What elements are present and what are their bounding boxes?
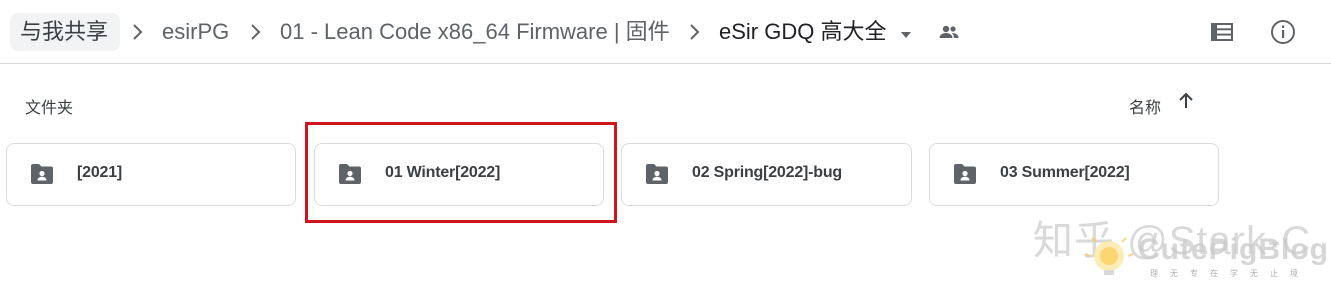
highlight-box xyxy=(305,122,617,223)
breadcrumb-esirpg[interactable]: esirPG xyxy=(162,13,229,51)
drive-page: 与我共享 esirPG 01 - Lean Code x86_64 Firmwa… xyxy=(0,0,1331,286)
shared-folder-icon xyxy=(644,163,670,187)
breadcrumb-shared-with-me[interactable]: 与我共享 xyxy=(10,13,120,51)
folder-name: [2021] xyxy=(77,164,123,181)
shared-folder-icon xyxy=(29,163,55,187)
chevron-right-icon xyxy=(132,21,144,43)
people-icon[interactable] xyxy=(933,16,965,48)
chevron-right-icon xyxy=(250,21,262,43)
caret-down-icon[interactable] xyxy=(898,27,914,38)
folder-card[interactable]: [2021] xyxy=(6,143,296,206)
breadcrumb: 与我共享 esirPG 01 - Lean Code x86_64 Firmwa… xyxy=(0,0,1331,64)
blog-watermark: CutePigBlog xyxy=(1138,233,1329,266)
breadcrumb-current-folder[interactable]: eSir GDQ 高大全 xyxy=(719,13,886,51)
shared-folder-icon xyxy=(952,163,978,187)
blog-tagline: 理无专在学无止境 xyxy=(1150,269,1310,278)
folder-name: 02 Spring[2022]-bug xyxy=(692,164,843,181)
lightbulb-logo-icon xyxy=(1084,236,1134,280)
section-title: 文件夹 xyxy=(25,100,74,117)
folder-card[interactable]: 03 Summer[2022] xyxy=(929,143,1219,206)
breadcrumb-firmware[interactable]: 01 - Lean Code x86_64 Firmware | 固件 xyxy=(280,13,670,51)
folder-name: 03 Summer[2022] xyxy=(1000,164,1130,181)
folder-card[interactable]: 02 Spring[2022]-bug xyxy=(621,143,912,206)
info-icon[interactable] xyxy=(1267,16,1299,48)
arrow-up-icon[interactable] xyxy=(1175,90,1197,112)
list-view-icon[interactable] xyxy=(1206,16,1238,48)
sort-by-name-button[interactable]: 名称 xyxy=(1129,94,1161,118)
chevron-right-icon xyxy=(689,21,701,43)
